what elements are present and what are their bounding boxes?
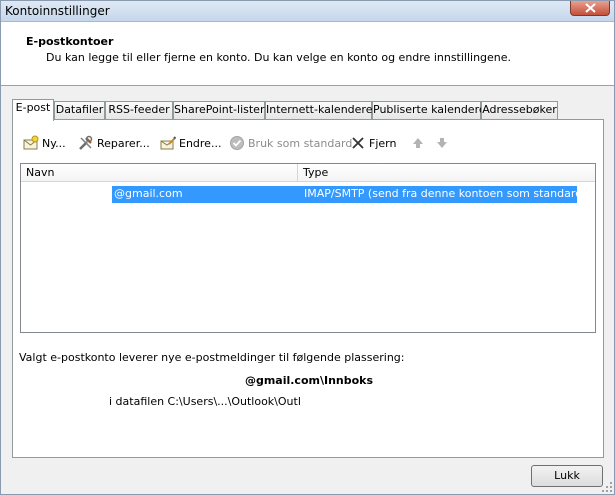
tab-published-calendars[interactable]: Publiserte kalendere <box>372 101 486 119</box>
delivery-description: Valgt e-postkonto leverer nye e-postmeld… <box>19 351 405 364</box>
account-name: @gmail.com <box>114 187 183 200</box>
remove-account-button[interactable]: Fjern <box>350 133 396 153</box>
account-type: IMAP/SMTP (send fra denne kontoen som st… <box>304 187 587 200</box>
repair-account-label: Reparer... <box>97 136 150 150</box>
column-header-type[interactable]: Type <box>298 164 595 182</box>
remove-x-icon <box>352 137 364 149</box>
window-title: Kontoinnstillinger <box>5 4 110 18</box>
delivery-datafile: i datafilen C:\Users\...\Outlook\Outl <box>109 395 301 408</box>
new-account-button[interactable]: Ny... <box>23 133 66 153</box>
new-account-label: Ny... <box>42 136 66 150</box>
close-icon <box>585 3 596 13</box>
table-row[interactable]: @gmail.com IMAP/SMTP (send fra denne kon… <box>112 186 586 203</box>
arrow-down-icon <box>437 138 447 148</box>
repair-account-button[interactable]: Reparer... <box>78 133 150 153</box>
account-settings-window: Kontoinnstillinger E-postkontoer Du kan … <box>0 0 615 495</box>
tab-rss-feeds[interactable]: RSS-feeder <box>105 101 173 119</box>
set-default-label: Bruk som standard <box>248 136 353 150</box>
change-account-icon <box>160 136 176 150</box>
tab-email[interactable]: E-post <box>12 99 54 121</box>
delivery-location: @gmail.com\Innboks <box>244 374 374 387</box>
email-tab-panel: Ny... Reparer... Endre... Bruk som stand… <box>12 119 604 458</box>
new-mail-icon <box>23 135 39 150</box>
change-account-button[interactable]: Endre... <box>160 133 221 153</box>
resize-grip-icon[interactable] <box>601 481 613 493</box>
checkmark-icon <box>230 136 244 150</box>
tab-address-books[interactable]: Adressebøker <box>481 101 558 119</box>
move-down-button[interactable] <box>435 133 452 153</box>
move-up-button[interactable] <box>411 133 428 153</box>
change-account-label: Endre... <box>179 136 222 150</box>
title-bar[interactable]: Kontoinnstillinger <box>1 1 614 22</box>
set-default-button[interactable]: Bruk som standard <box>229 133 352 153</box>
header-title: E-postkontoer <box>26 35 114 48</box>
remove-account-label: Fjern <box>369 136 397 150</box>
account-list[interactable]: Navn Type @gmail.com IMAP/SMTP (send fra… <box>20 163 596 333</box>
tab-internet-calendars[interactable]: Internett-kalendere <box>265 101 372 119</box>
header-description: Du kan legge til eller fjerne en konto. … <box>46 51 512 64</box>
arrow-up-icon <box>413 138 423 148</box>
window-close-button[interactable] <box>570 1 610 16</box>
tab-sharepoint-lists[interactable]: SharePoint-lister <box>173 101 265 119</box>
close-dialog-button[interactable]: Lukk <box>531 465 603 487</box>
dialog-header: E-postkontoer Du kan legge til eller fje… <box>1 22 614 86</box>
repair-tools-icon <box>79 135 93 150</box>
column-header-name[interactable]: Navn <box>21 164 298 182</box>
tab-datafiles[interactable]: Datafiler <box>54 101 105 119</box>
